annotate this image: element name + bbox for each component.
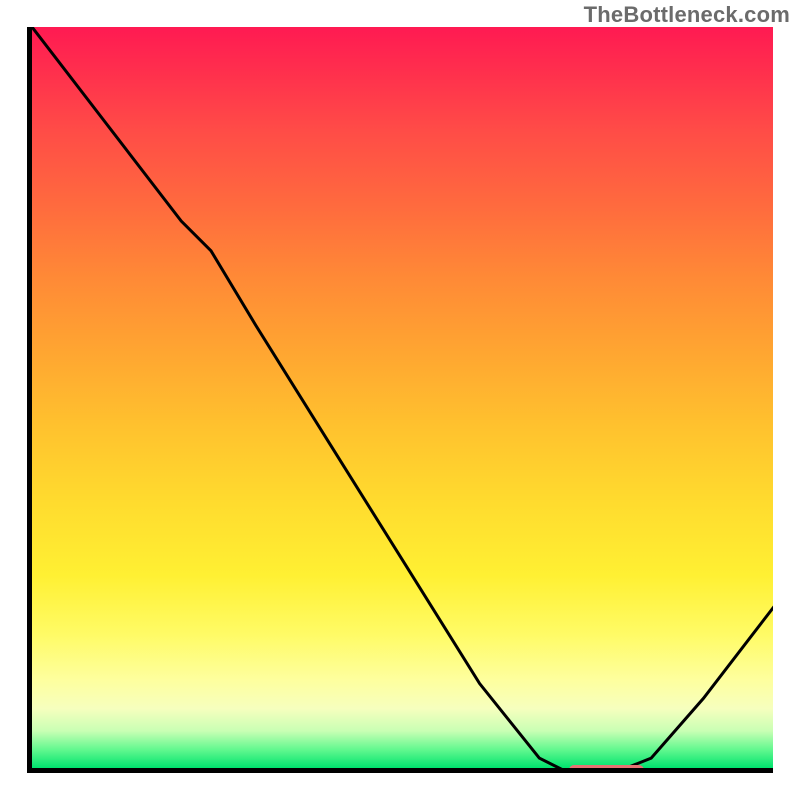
optimal-range-marker: [569, 765, 644, 773]
heat-gradient: [32, 27, 773, 768]
watermark-text: TheBottleneck.com: [584, 2, 790, 28]
chart-frame: TheBottleneck.com: [0, 0, 800, 800]
plot-area: [27, 27, 773, 773]
